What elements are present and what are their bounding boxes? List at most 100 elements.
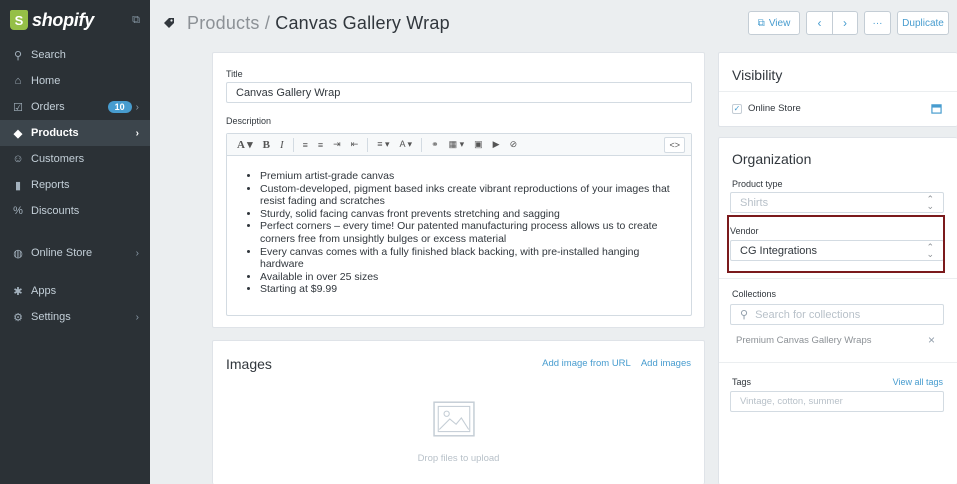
product-type-placeholder: Shirts (740, 196, 769, 209)
description-editor: A ▾ B I ≡ ≡ ⇥ ⇤ ≡ ▾ A ▾ ⚭ ▦ ▾ ▣ ▶ ⊘ <> P… (226, 133, 692, 316)
toolbar-divider (292, 137, 294, 152)
align-button[interactable]: ≡ ▾ (373, 137, 393, 153)
sidebar-item-discounts[interactable]: % Discounts (0, 198, 150, 224)
search-icon: ⚲ (13, 49, 23, 62)
sidebar-item-online-store[interactable]: ◍ Online Store › (0, 240, 150, 266)
apps-icon: ✱ (13, 285, 23, 298)
breadcrumb-separator: / (259, 12, 276, 33)
table-button[interactable]: ▦ ▾ (445, 137, 469, 153)
previous-product-button[interactable]: ‹ (807, 12, 832, 34)
sidebar-item-label: Discounts (31, 205, 80, 217)
view-button-label: View (768, 17, 791, 29)
sidebar-item-label: Settings (31, 311, 71, 323)
external-link-icon: ⧉ (757, 17, 765, 29)
select-arrows-icon: ⌃ ⌄ (926, 193, 934, 211)
prev-next-group: ‹ › (806, 11, 858, 35)
sidebar-item-products[interactable]: ◆ Products › (0, 120, 150, 146)
description-content[interactable]: Premium artist-grade canvas Custom-devel… (227, 156, 691, 315)
sidebar-item-apps[interactable]: ✱ Apps (0, 278, 150, 304)
collections-search-input[interactable]: ⚲ Search for collections (730, 304, 944, 325)
home-icon: ⌂ (14, 75, 22, 87)
editor-toolbar: A ▾ B I ≡ ≡ ⇥ ⇤ ≡ ▾ A ▾ ⚭ ▦ ▾ ▣ ▶ ⊘ <> (227, 134, 691, 156)
bold-button[interactable]: B (259, 137, 274, 153)
breadcrumb-products[interactable]: Products (187, 13, 260, 33)
html-source-button[interactable]: <> (664, 136, 685, 153)
orders-icon: ☑ (13, 101, 23, 114)
list-item: Custom-developed, pigment based inks cre… (260, 183, 681, 208)
chevron-right-icon: › (135, 311, 139, 323)
add-image-from-url-link[interactable]: Add image from URL (542, 358, 631, 369)
organization-heading: Organization (732, 151, 812, 167)
product-name: Canvas Gallery Wrap (275, 12, 450, 33)
sidebar-item-orders[interactable]: ☑ Orders 10 › (0, 94, 150, 120)
duplicate-button[interactable]: Duplicate (897, 11, 949, 35)
images-card: Images Add image from URL Add images Dro… (212, 340, 705, 484)
bulleted-list-button[interactable]: ≡ (299, 137, 312, 153)
settings-icon: ⚙ (13, 311, 23, 324)
online-store-checkbox[interactable]: ✓ (732, 103, 742, 114)
sidebar-item-label: Products (31, 127, 79, 139)
calendar-icon[interactable] (931, 103, 942, 114)
collections-placeholder: Search for collections (755, 308, 861, 321)
sidebar-item-label: Apps (31, 285, 57, 297)
organization-card: Organization Product type Shirts ⌃ ⌄ Vend… (718, 137, 957, 484)
remove-collection-icon[interactable]: × (928, 333, 935, 347)
product-type-select[interactable]: Shirts ⌃ ⌄ (730, 192, 944, 213)
next-product-button[interactable]: › (832, 12, 857, 34)
sidebar-item-settings[interactable]: ⚙ Settings › (0, 304, 150, 330)
list-item: Perfect corners – every time! Our patent… (260, 220, 681, 245)
shopify-logo-icon: S (10, 10, 28, 30)
sidebar-item-home[interactable]: ⌂ Home (0, 68, 150, 94)
toolbar-divider (367, 137, 369, 152)
product-type-label: Product type (732, 179, 783, 189)
collections-label: Collections (732, 289, 777, 299)
view-button[interactable]: ⧉ View (748, 11, 800, 35)
tags-label: Tags (732, 377, 752, 387)
product-details-card: Title Canvas Gallery Wrap Description A … (212, 52, 705, 328)
text-color-button[interactable]: A ▾ (396, 137, 417, 153)
sidebar-item-reports[interactable]: ▮ Reports (0, 172, 150, 198)
collection-name: Premium Canvas Gallery Wraps (736, 334, 872, 346)
products-icon: ◆ (13, 127, 23, 140)
sidebar: S shopify ⧉ ⚲ Search ⌂ Home ☑ Orders 10 … (0, 0, 150, 484)
list-item: Premium artist-grade canvas (260, 170, 681, 183)
sidebar-item-customers[interactable]: ☺ Customers (0, 146, 150, 172)
toolbar-divider (421, 137, 423, 152)
numbered-list-button[interactable]: ≡ (314, 137, 327, 153)
brand-name: shopify (32, 9, 94, 30)
sidebar-item-search[interactable]: ⚲ Search (0, 42, 150, 68)
clear-formatting-button[interactable]: ⊘ (506, 137, 522, 153)
page-title: Products / Canvas Gallery Wrap (187, 13, 450, 34)
sidebar-item-label: Customers (31, 153, 85, 165)
drop-zone-text[interactable]: Drop files to upload (213, 453, 704, 464)
indent-button[interactable]: ⇥ (329, 137, 345, 153)
online-store-icon: ◍ (13, 247, 23, 260)
description-label: Description (226, 116, 272, 126)
insert-image-button[interactable]: ▣ (470, 137, 487, 153)
more-actions-button[interactable]: ··· (864, 11, 891, 35)
image-placeholder-icon (433, 401, 475, 437)
font-format-button[interactable]: A ▾ (233, 137, 257, 153)
discounts-icon: % (13, 205, 23, 217)
visibility-card: Visibility ✓ Online Store (718, 52, 957, 127)
tags-input[interactable]: Vintage, cotton, summer (730, 391, 944, 412)
insert-video-button[interactable]: ▶ (489, 137, 504, 153)
view-all-tags-link[interactable]: View all tags (893, 377, 943, 387)
external-link-icon[interactable]: ⧉ (132, 14, 140, 27)
link-button[interactable]: ⚭ (427, 137, 443, 153)
sidebar-item-label: Search (31, 49, 66, 61)
sidebar-item-label: Orders (31, 101, 65, 113)
collection-item: Premium Canvas Gallery Wraps × (736, 333, 935, 347)
italic-button[interactable]: I (276, 137, 288, 153)
list-item: Available in over 25 sizes (260, 271, 681, 284)
search-icon: ⚲ (740, 309, 749, 321)
customers-icon: ☺ (12, 153, 24, 165)
outdent-button[interactable]: ⇤ (347, 137, 363, 153)
chevron-right-icon: › (135, 127, 139, 139)
title-input[interactable]: Canvas Gallery Wrap (226, 82, 692, 103)
add-images-link[interactable]: Add images (641, 358, 691, 369)
list-item: Sturdy, solid facing canvas front preven… (260, 208, 681, 221)
page-header: Products / Canvas Gallery Wrap ⧉ View ‹ … (150, 0, 957, 46)
visibility-heading: Visibility (732, 67, 783, 83)
brand[interactable]: S shopify ⧉ (0, 0, 150, 40)
